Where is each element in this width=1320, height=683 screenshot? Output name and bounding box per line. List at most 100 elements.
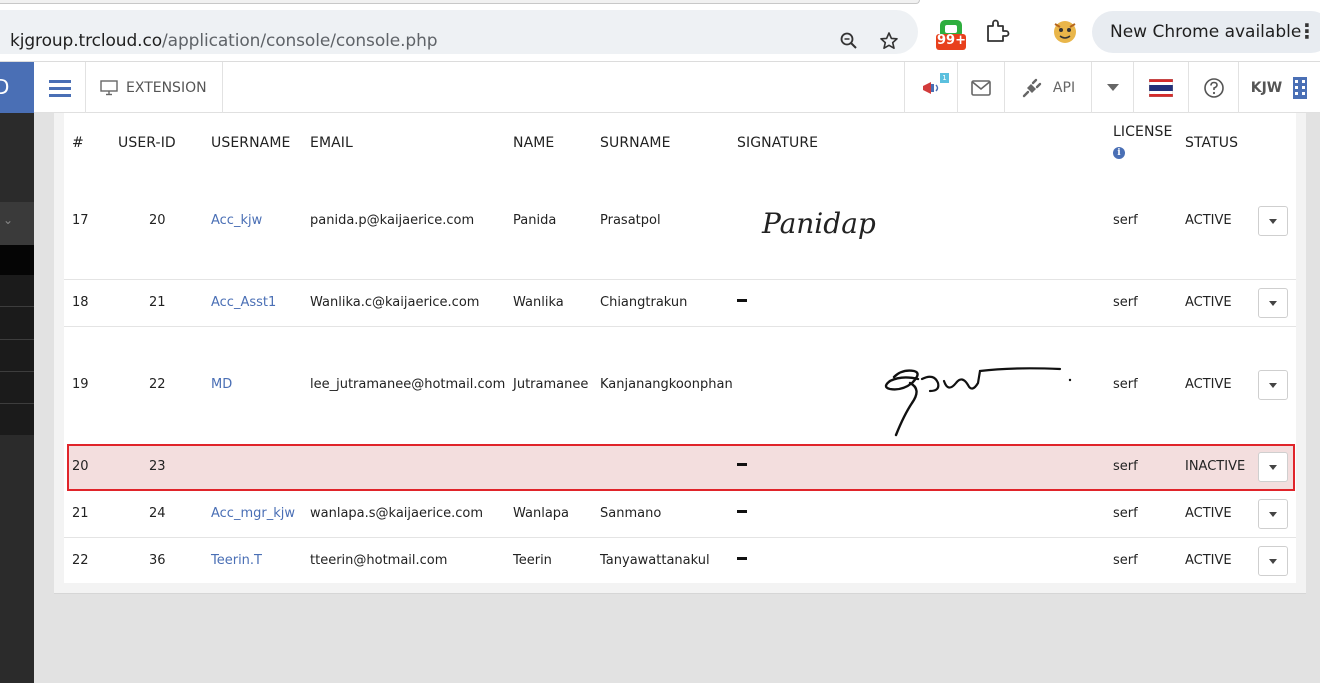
cell-name: Jutramanee <box>513 377 589 392</box>
info-icon[interactable]: i <box>1113 147 1125 159</box>
cell-num: 21 <box>72 506 89 521</box>
address-bar-url[interactable]: kjgroup.trcloud.co/application/console/c… <box>10 31 438 51</box>
caret-down-icon <box>1269 511 1277 517</box>
extension-button[interactable]: EXTENSION <box>86 62 223 113</box>
cell-email: Wanlika.c@kaijaerice.com <box>310 295 480 310</box>
sidebar-divider <box>0 339 34 340</box>
cell-username-link[interactable]: Teerin.T <box>211 553 262 568</box>
magnifier-icon[interactable] <box>836 28 862 54</box>
row-actions-dropdown[interactable] <box>1258 499 1288 529</box>
row-actions-dropdown[interactable] <box>1258 288 1288 318</box>
api-label: API <box>1052 79 1076 96</box>
table-row-highlighted[interactable] <box>67 444 1295 491</box>
row-actions-dropdown[interactable] <box>1258 206 1288 236</box>
star-icon[interactable] <box>876 28 902 54</box>
hamburger-icon <box>48 79 71 97</box>
cell-username-link[interactable]: Acc_Asst1 <box>211 295 276 310</box>
caret-down-icon <box>1269 558 1277 564</box>
row-actions-dropdown[interactable] <box>1258 452 1288 482</box>
cell-email: tteerin@hotmail.com <box>310 553 448 568</box>
cell-num: 17 <box>72 213 89 228</box>
api-dropdown-button[interactable] <box>1091 62 1133 113</box>
chrome-menu-icon[interactable]: ⋮ <box>1297 19 1317 43</box>
signature-empty-dash <box>737 510 747 513</box>
cell-num: 19 <box>72 377 89 392</box>
row-divider <box>64 279 1296 280</box>
caret-down-icon <box>1269 300 1277 306</box>
cell-name: Panida <box>513 213 557 228</box>
app-logo[interactable]: D <box>0 62 34 113</box>
cell-license: serf <box>1113 377 1138 392</box>
sidebar-item-active[interactable] <box>0 245 34 275</box>
header-email: EMAIL <box>310 135 353 151</box>
sidebar-divider <box>0 403 34 404</box>
cell-status: ACTIVE <box>1185 506 1232 521</box>
header-license: LICENSE <box>1113 124 1173 140</box>
sidebar-divider <box>0 306 34 307</box>
app-logo-letter: D <box>0 75 10 99</box>
hamburger-menu-button[interactable] <box>34 62 86 113</box>
signature-empty-dash <box>737 557 747 560</box>
cell-name: Wanlika <box>513 295 564 310</box>
row-divider <box>64 326 1296 327</box>
row-actions-dropdown[interactable] <box>1258 370 1288 400</box>
sidebar-submenu <box>0 275 34 435</box>
profile-avatar-icon[interactable] <box>1051 18 1079 46</box>
monitor-icon <box>100 79 118 95</box>
users-table: # USER-ID USERNAME EMAIL NAME SURNAME SI… <box>64 113 1296 583</box>
mail-button[interactable] <box>957 62 1004 113</box>
cell-license: serf <box>1113 506 1138 521</box>
megaphone-icon <box>923 81 939 94</box>
browser-toolbar: kjgroup.trcloud.co/application/console/c… <box>0 0 1320 62</box>
chrome-update-label: New Chrome available <box>1110 22 1302 42</box>
url-host: kjgroup.trcloud.co <box>10 31 163 51</box>
header-name: NAME <box>513 135 555 151</box>
cell-email: lee_jutramanee@hotmail.com <box>310 377 506 392</box>
signature-image: Panidap <box>761 207 876 240</box>
help-button[interactable] <box>1188 62 1238 113</box>
cell-user-id: 36 <box>149 553 166 568</box>
extension-badge-icon[interactable]: 99+ <box>936 18 966 50</box>
cell-num: 20 <box>72 459 89 474</box>
cell-license: serf <box>1113 553 1138 568</box>
building-icon <box>1293 76 1308 99</box>
header-num: # <box>72 135 84 151</box>
chrome-update-button[interactable]: New Chrome available ⋮ <box>1092 11 1320 53</box>
cell-status: ACTIVE <box>1185 295 1232 310</box>
announcement-button[interactable]: 1 <box>904 62 957 113</box>
signature-empty-dash <box>737 463 747 466</box>
cell-email: wanlapa.s@kaijaerice.com <box>310 506 483 521</box>
puzzle-icon[interactable] <box>984 18 1012 46</box>
cell-name: Wanlapa <box>513 506 570 521</box>
cell-username-link[interactable]: Acc_kjw <box>211 213 262 228</box>
cell-name: Teerin <box>513 553 552 568</box>
plug-icon <box>1022 78 1042 97</box>
cell-username-link[interactable]: Acc_mgr_kjw <box>211 506 295 521</box>
header-signature: SIGNATURE <box>737 135 819 151</box>
app-navbar: D EXTENSION 1 API KJW <box>0 62 1320 113</box>
thai-flag-icon <box>1149 78 1173 97</box>
cell-num: 22 <box>72 553 89 568</box>
cell-user-id: 23 <box>149 459 166 474</box>
row-divider <box>64 537 1296 538</box>
signature-image <box>884 367 1072 437</box>
cell-status: ACTIVE <box>1185 377 1232 392</box>
cell-username-link[interactable]: MD <box>211 377 232 392</box>
company-switcher[interactable]: KJW <box>1238 62 1320 113</box>
cell-status: ACTIVE <box>1185 553 1232 568</box>
address-bar[interactable]: kjgroup.trcloud.co/application/console/c… <box>0 10 918 54</box>
caret-down-icon <box>1269 382 1277 388</box>
envelope-icon <box>971 79 991 96</box>
api-button[interactable]: API <box>1004 62 1091 113</box>
cell-user-id: 22 <box>149 377 166 392</box>
cell-license: serf <box>1113 213 1138 228</box>
language-button[interactable] <box>1133 62 1188 113</box>
signature-text: Panidap <box>761 207 876 240</box>
cell-surname: Prasatpol <box>600 213 661 228</box>
sidebar: ⌄ <box>0 113 34 683</box>
row-actions-dropdown[interactable] <box>1258 546 1288 576</box>
signature-empty-dash <box>737 299 747 302</box>
cell-user-id: 20 <box>149 213 166 228</box>
cell-status: ACTIVE <box>1185 213 1232 228</box>
cell-user-id: 21 <box>149 295 166 310</box>
